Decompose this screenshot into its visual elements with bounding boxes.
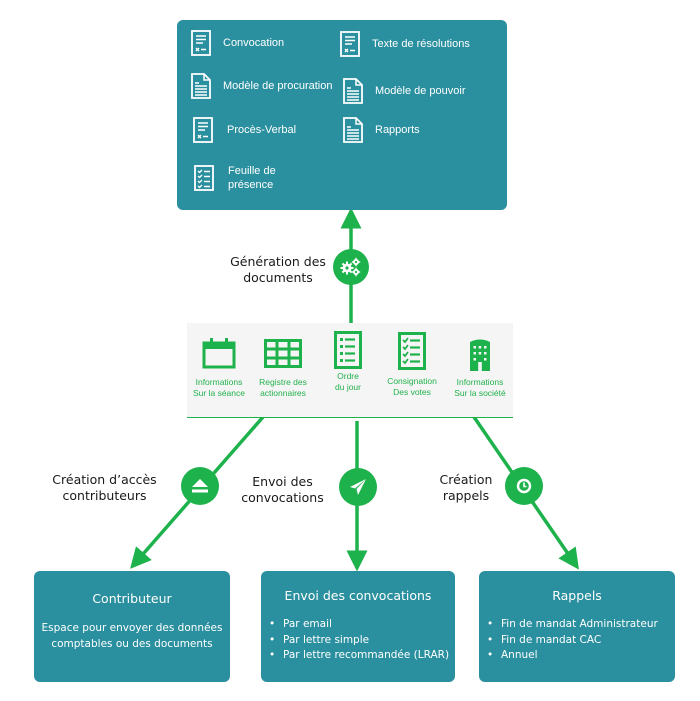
rappels-node[interactable] (505, 467, 543, 505)
flow-label-convocations: Envoi des convocations (235, 474, 330, 506)
doc-item-proces-verbal[interactable]: Procès-Verbal (193, 117, 296, 143)
checklist-icon (398, 332, 426, 370)
page-document-icon (191, 73, 211, 99)
contributeur-title: Contributeur (92, 591, 172, 606)
contributeur-text-line1: Espace pour envoyer des données (41, 622, 223, 634)
doc-item-convocation[interactable]: Convocation (191, 30, 284, 56)
flow-label-contributeurs: Création d’accès contributeurs (42, 472, 167, 504)
doc-label-line1: Feuille de (228, 165, 276, 177)
doc-item-texte-resolutions[interactable]: Texte de résolutions (340, 31, 470, 57)
doc-label: Modèle de pouvoir (375, 85, 466, 97)
doc-label: Texte de résolutions (372, 38, 470, 50)
data-item-societe[interactable]: Informations Sur la société (445, 337, 515, 399)
convocations-list: Par email Par lettre simple Par lettre r… (261, 617, 455, 664)
list-item: Par lettre recommandée (LRAR) (269, 648, 455, 664)
doc-label: Convocation (223, 37, 285, 49)
contributeurs-node[interactable] (181, 467, 219, 505)
generation-node[interactable] (333, 249, 369, 285)
doc-item-modele-procuration[interactable]: Modèle de procuration (191, 73, 332, 99)
form-document-icon (191, 30, 211, 56)
doc-item-modele-pouvoir[interactable]: Modèle de pouvoir (343, 78, 466, 104)
flow-label-rappels: Création rappels (430, 472, 502, 504)
data-label: Ordre du jour (335, 371, 361, 392)
list-item: Fin de mandat CAC (487, 633, 675, 649)
generation-label-line2: documents (243, 270, 313, 285)
data-item-registre[interactable]: Registre des actionnaires (248, 337, 318, 399)
data-label: Consignation Des votes (387, 376, 437, 397)
contributeur-text-line2: comptables ou des documents (51, 638, 213, 650)
rappels-box: Rappels Fin de mandat Administrateur Fin… (479, 571, 675, 682)
doc-label: Feuille de présence (228, 164, 276, 192)
doc-label: Modèle de procuration (223, 80, 333, 92)
flow-label-line1: Création (439, 472, 493, 487)
doc-item-rapports[interactable]: Rapports (343, 117, 420, 143)
doc-label: Procès-Verbal (227, 124, 297, 136)
data-item-votes[interactable]: Consignation Des votes (377, 332, 447, 398)
convocations-title: Envoi des convocations (284, 588, 432, 603)
clock-icon (516, 478, 532, 494)
data-label: Informations Sur la société (454, 377, 506, 398)
form-document-icon (340, 31, 360, 57)
doc-label: Rapports (375, 124, 420, 136)
data-item-seance[interactable]: Informations Sur la séance (184, 337, 254, 399)
rappels-list: Fin de mandat Administrateur Fin de mand… (479, 617, 675, 664)
gears-icon (340, 257, 361, 277)
contributeur-box: Contributeur Espace pour envoyer des don… (34, 571, 230, 682)
flow-label-line2: contributeurs (62, 488, 147, 503)
data-label: Informations Sur la séance (193, 377, 245, 398)
flow-label-line2: rappels (442, 488, 490, 503)
list-item: Annuel (487, 648, 675, 664)
table-grid-icon (264, 339, 302, 368)
calendar-icon (202, 338, 236, 369)
page-document-icon (343, 78, 363, 104)
list-item: Fin de mandat Administrateur (487, 617, 675, 633)
eject-icon (192, 479, 208, 493)
checklist-icon (194, 165, 214, 191)
page-document-icon (343, 117, 363, 143)
doc-label-line2: présence (228, 179, 274, 191)
data-panel: Informations Sur la séance Registre des ac… (187, 323, 513, 417)
convocations-node[interactable] (339, 468, 377, 506)
flow-label-line1: Création d’accès (52, 472, 157, 487)
list-item: Par lettre simple (269, 633, 455, 649)
agenda-list-icon (334, 331, 362, 369)
rappels-title: Rappels (552, 588, 602, 603)
flow-label-line1: Envoi des (252, 474, 313, 489)
doc-item-feuille-presence[interactable]: Feuille de présence (194, 164, 276, 192)
list-item: Par email (269, 617, 455, 633)
paper-plane-icon (350, 479, 366, 495)
data-label: Registre des actionnaires (259, 377, 307, 398)
flow-label-line2: convocations (241, 490, 324, 505)
form-document-icon (193, 117, 213, 143)
generation-label-line1: Génération des (230, 254, 326, 269)
convocations-box: Envoi des convocations Par email Par let… (261, 571, 455, 682)
building-icon (470, 339, 490, 371)
contributeur-description: Espace pour envoyer des données comptabl… (34, 620, 230, 652)
documents-box: Convocation Texte de résolutions Modèle … (177, 20, 507, 210)
data-item-ordre-du-jour[interactable]: Ordre du jour (313, 331, 383, 393)
generation-label: Génération des documents (218, 254, 338, 286)
